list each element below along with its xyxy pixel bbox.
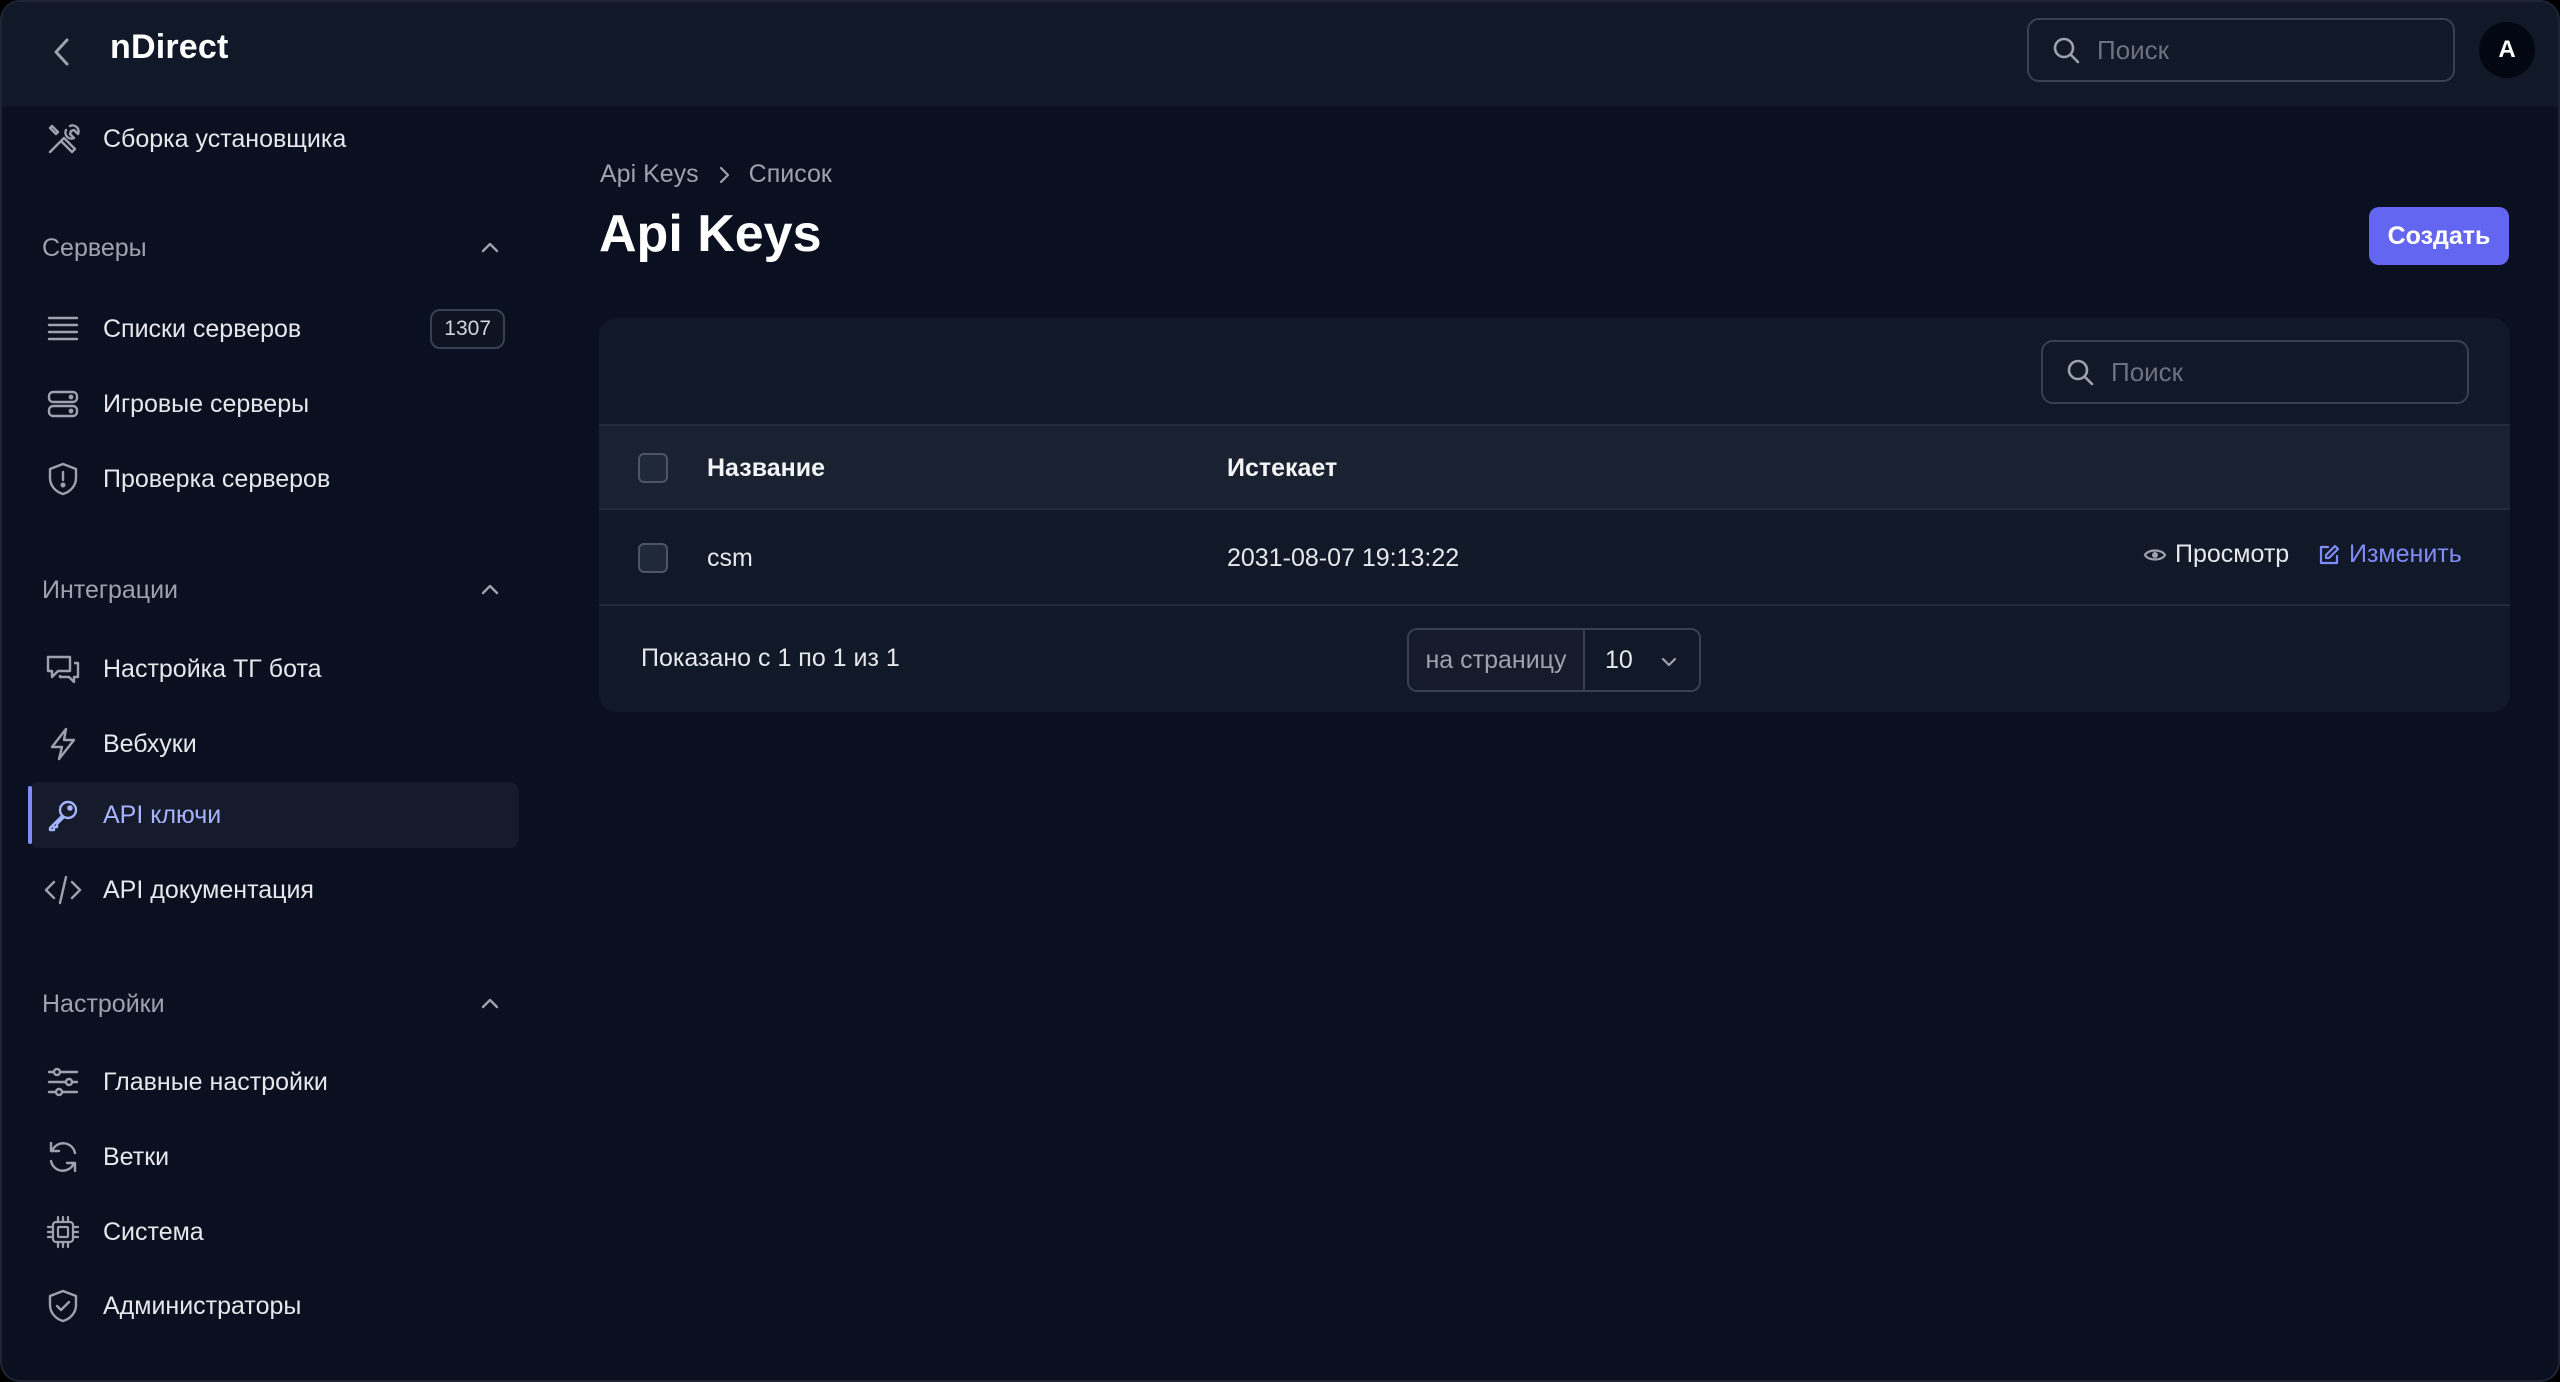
- global-search[interactable]: [2027, 18, 2455, 82]
- sidebar-item-label: Вебхуки: [103, 729, 197, 758]
- sidebar-item-label: Проверка серверов: [103, 464, 331, 493]
- per-page-value: 10: [1605, 645, 1633, 674]
- group-title: Интеграции: [42, 575, 179, 604]
- global-search-input[interactable]: [2097, 34, 2417, 66]
- code-icon: [43, 870, 83, 910]
- sidebar-item-label: Администраторы: [103, 1291, 302, 1320]
- per-page-label: на страницу: [1409, 630, 1585, 690]
- edit-action[interactable]: Изменить: [2317, 540, 2462, 569]
- table-row: csm 2031-08-07 19:13:22 Просмотр Изменит…: [599, 510, 2510, 606]
- view-action-label: Просмотр: [2175, 540, 2290, 568]
- create-button[interactable]: Создать: [2369, 207, 2509, 265]
- group-title: Настройки: [42, 989, 165, 1018]
- column-header-name[interactable]: Название: [707, 454, 825, 483]
- sidebar-item-label: API ключи: [103, 800, 222, 829]
- search-icon: [2067, 359, 2094, 386]
- sidebar-item-label: Игровые серверы: [103, 389, 310, 418]
- sidebar-item-label: API документация: [103, 875, 314, 904]
- sidebar-item-webhooks[interactable]: Вебхуки: [29, 711, 519, 777]
- page-title: Api Keys: [599, 205, 822, 263]
- breadcrumb-item-list: Список: [748, 160, 832, 188]
- row-checkbox[interactable]: [638, 543, 668, 573]
- pagination-summary: Показано с 1 по 1 из 1: [641, 644, 900, 672]
- sidebar-item-server-check[interactable]: Проверка серверов: [29, 446, 519, 512]
- group-title: Серверы: [42, 233, 147, 262]
- sidebar-item-label: Настройка ТГ бота: [103, 654, 322, 683]
- group-integrations-header[interactable]: Интеграции: [42, 570, 502, 610]
- sidebar-item-label: Главные настройки: [103, 1067, 328, 1096]
- breadcrumb: Api Keys Список: [600, 160, 832, 189]
- list-icon: [43, 309, 83, 349]
- bolt-icon: [43, 724, 83, 764]
- sidebar-item-admins[interactable]: Администраторы: [29, 1273, 519, 1339]
- column-header-expires[interactable]: Истекает: [1227, 454, 1337, 483]
- key-icon: [43, 795, 83, 835]
- view-action[interactable]: Просмотр: [2143, 540, 2289, 569]
- cell-name: csm: [707, 544, 753, 572]
- table-search-input[interactable]: [2111, 356, 2431, 388]
- eye-icon: [2143, 548, 2167, 561]
- server-icon: [43, 384, 83, 424]
- app-window: nDirect A Сборка установщика Серверы Спи…: [0, 0, 2560, 1382]
- sidebar-item-game-servers[interactable]: Игровые серверы: [29, 371, 519, 437]
- sidebar-item-tg-bot[interactable]: Настройка ТГ бота: [29, 636, 519, 702]
- api-keys-table-card: Название Истекает csm 2031-08-07 19:13:2…: [599, 318, 2510, 712]
- refresh-icon: [43, 1137, 83, 1177]
- app-title: nDirect: [110, 28, 229, 66]
- sidebar-item-installer-build[interactable]: Сборка установщика: [29, 106, 519, 172]
- edit-action-label: Изменить: [2349, 540, 2462, 568]
- chevron-up-icon: [481, 584, 499, 595]
- group-settings-header[interactable]: Настройки: [42, 984, 502, 1024]
- sidebar-item-system[interactable]: Система: [29, 1199, 519, 1265]
- cell-expires: 2031-08-07 19:13:22: [1227, 544, 1460, 572]
- table-search[interactable]: [2041, 340, 2469, 404]
- avatar[interactable]: A: [2479, 22, 2535, 78]
- cpu-icon: [43, 1212, 83, 1252]
- per-page-select[interactable]: на страницу 10: [1407, 628, 1701, 692]
- chevron-down-icon: [1661, 657, 1677, 667]
- chevron-right-icon: [717, 165, 731, 185]
- chevron-up-icon: [481, 998, 499, 1009]
- sidebar-item-api-keys[interactable]: API ключи: [28, 782, 519, 848]
- shield-check-icon: [43, 1286, 83, 1326]
- sliders-icon: [43, 1062, 83, 1102]
- sidebar-item-label: Система: [103, 1217, 204, 1246]
- sidebar-item-server-lists[interactable]: Списки серверов 1307: [29, 296, 519, 362]
- sidebar-item-branches[interactable]: Ветки: [29, 1124, 519, 1190]
- top-bar: nDirect A: [2, 2, 2558, 106]
- count-badge: 1307: [430, 309, 505, 349]
- breadcrumb-item-api-keys[interactable]: Api Keys: [600, 160, 699, 189]
- sidebar-item-main-settings[interactable]: Главные настройки: [29, 1049, 519, 1115]
- shield-alert-icon: [43, 459, 83, 499]
- back-button[interactable]: [42, 32, 82, 72]
- select-all-checkbox[interactable]: [638, 453, 668, 483]
- tools-icon: [43, 119, 83, 159]
- sidebar-item-label: Сборка установщика: [103, 124, 347, 153]
- group-servers-header[interactable]: Серверы: [42, 228, 502, 268]
- sidebar-item-label: Списки серверов: [103, 314, 302, 343]
- search-icon: [2053, 37, 2080, 64]
- chat-icon: [43, 649, 83, 689]
- edit-icon: [2319, 544, 2340, 564]
- per-page-dropdown[interactable]: 10: [1585, 630, 1699, 690]
- chevron-left-icon: [54, 38, 69, 66]
- sidebar-item-label: Ветки: [103, 1142, 170, 1171]
- sidebar-item-api-docs[interactable]: API документация: [29, 857, 519, 923]
- table-header: Название Истекает: [599, 424, 2510, 510]
- table-footer: Показано с 1 по 1 из 1 на страницу 10: [599, 606, 2510, 712]
- sidebar: Сборка установщика Серверы Списки сервер…: [2, 106, 532, 1380]
- chevron-up-icon: [481, 242, 499, 253]
